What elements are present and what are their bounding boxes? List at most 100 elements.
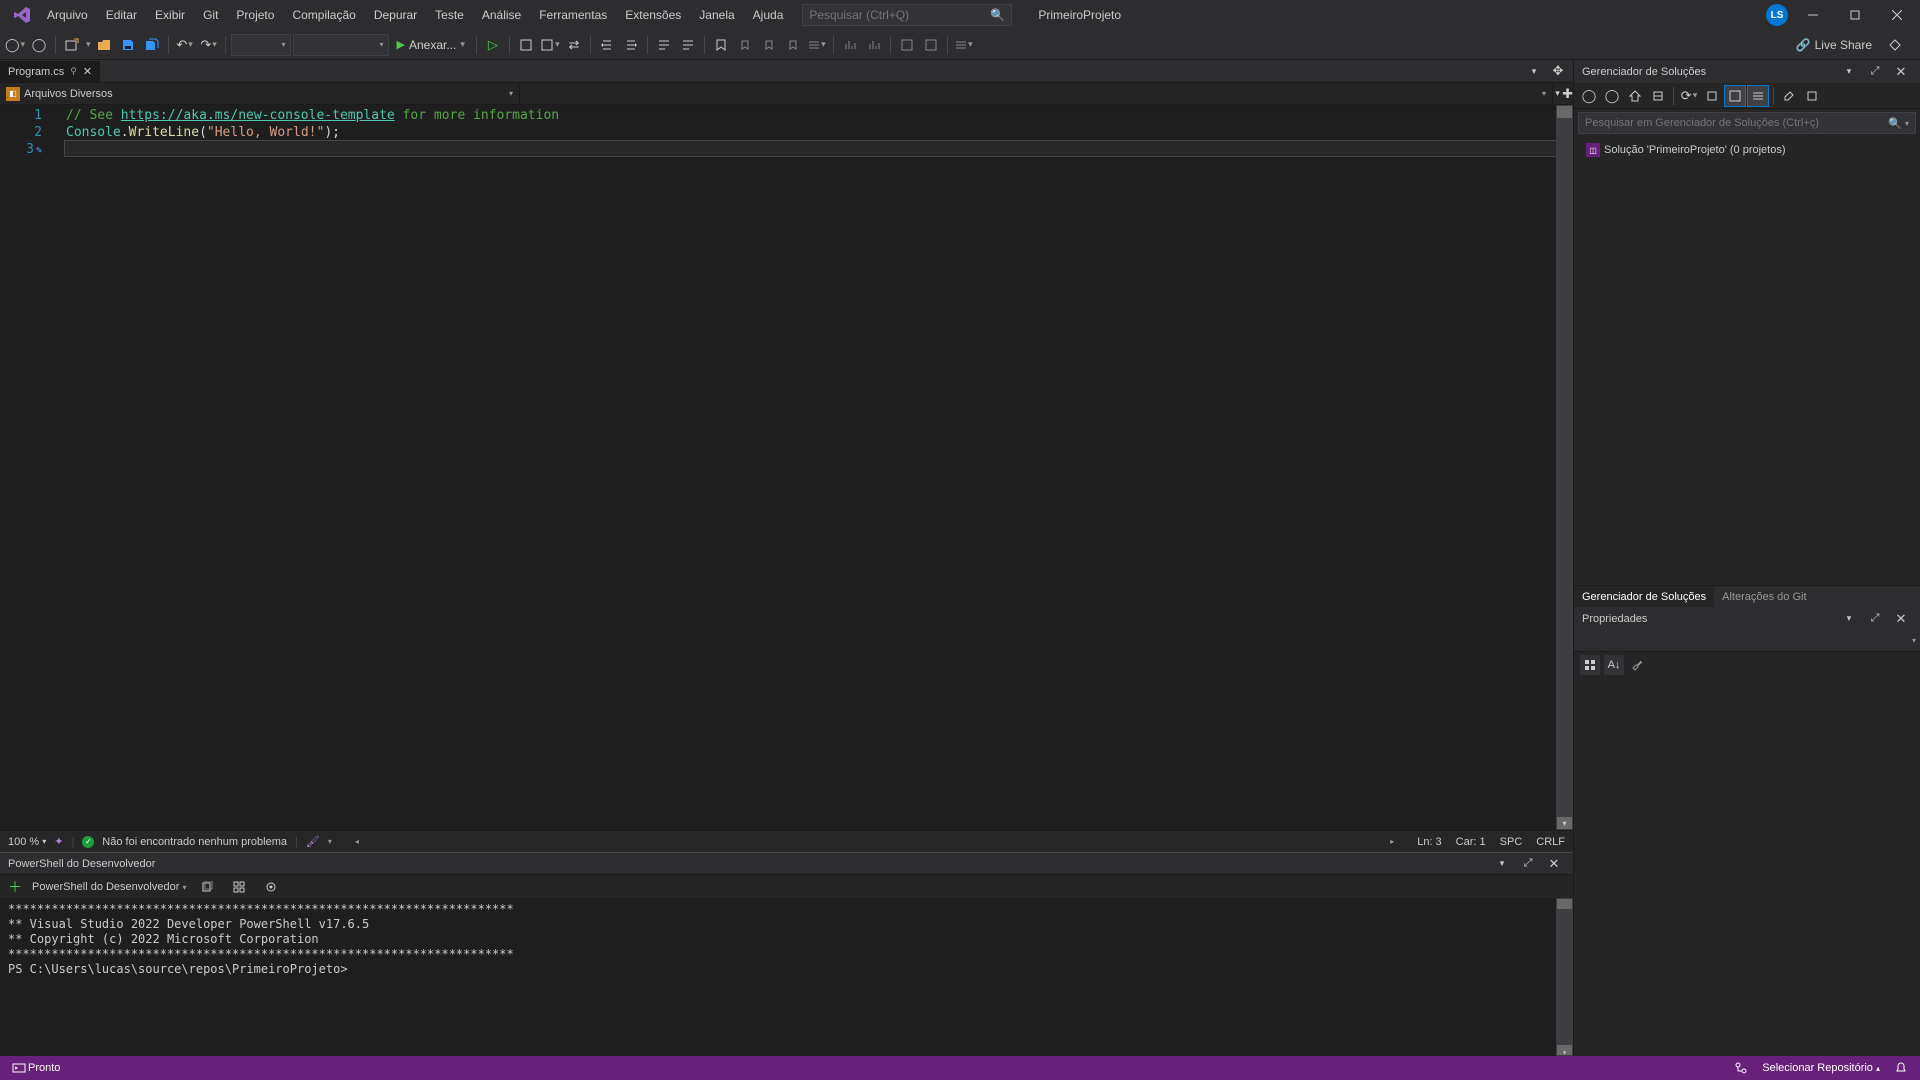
terminal-dropdown-button[interactable]: ▾ bbox=[1491, 853, 1513, 875]
undo-button[interactable]: ↶▾ bbox=[174, 34, 196, 56]
save-all-button[interactable] bbox=[141, 34, 163, 56]
live-share-button[interactable]: 🔗 Live Share bbox=[1790, 34, 1878, 56]
code-editor[interactable]: 1 2 3✎ // See https://aka.ms/new-console… bbox=[0, 105, 1573, 830]
pin-icon[interactable]: ⚲ bbox=[70, 66, 77, 77]
terminal-close-button[interactable]: ✕ bbox=[1543, 853, 1565, 875]
bookmark-next-button[interactable] bbox=[758, 34, 780, 56]
tab-solution-explorer[interactable]: Gerenciador de Soluções bbox=[1574, 586, 1714, 607]
start-nodebug-button[interactable]: ▷ bbox=[482, 34, 504, 56]
save-button[interactable] bbox=[117, 34, 139, 56]
toolbox-button-3[interactable]: ⇄ bbox=[563, 34, 585, 56]
window-minimize-button[interactable] bbox=[1796, 1, 1830, 29]
terminal-pin-button[interactable]: ⤢ bbox=[1517, 853, 1539, 875]
redo-button[interactable]: ↷▾ bbox=[198, 34, 220, 56]
menu-depurar[interactable]: Depurar bbox=[365, 1, 426, 29]
window-close-button[interactable] bbox=[1880, 1, 1914, 29]
se-switch-view-button[interactable] bbox=[1647, 85, 1669, 107]
bookmark-clear-button[interactable] bbox=[782, 34, 804, 56]
open-file-button[interactable] bbox=[93, 34, 115, 56]
nav-split-button[interactable]: ▾ bbox=[1553, 83, 1562, 105]
source-control-icon[interactable] bbox=[1732, 1059, 1750, 1077]
bookmark-prev-button[interactable] bbox=[734, 34, 756, 56]
se-dropdown-button[interactable]: ▾ bbox=[1838, 61, 1860, 83]
solution-explorer-tree[interactable]: ◫ Solução 'PrimeiroProjeto' (0 projetos) bbox=[1574, 137, 1920, 585]
solution-explorer-search-input[interactable] bbox=[1585, 117, 1888, 129]
global-search-box[interactable]: 🔍 bbox=[802, 4, 1012, 26]
window-button-1[interactable] bbox=[896, 34, 918, 56]
se-showall-button[interactable] bbox=[1724, 85, 1746, 107]
tab-overflow-button[interactable]: ▾ bbox=[1523, 60, 1545, 82]
properties-object-combo[interactable]: ▾ bbox=[1574, 630, 1920, 652]
se-back-button[interactable]: ◯ bbox=[1578, 85, 1600, 107]
se-pin-button[interactable]: ⤢ bbox=[1864, 61, 1886, 83]
menu-editar[interactable]: Editar bbox=[97, 1, 146, 29]
terminal-output[interactable]: ****************************************… bbox=[0, 898, 1573, 1056]
solution-explorer-search[interactable]: 🔍▾ bbox=[1578, 112, 1916, 134]
chart-button-2[interactable] bbox=[863, 34, 885, 56]
se-properties-button[interactable] bbox=[1778, 85, 1800, 107]
se-preview-button[interactable] bbox=[1801, 85, 1823, 107]
terminal-add-button[interactable]: ＋ bbox=[8, 877, 22, 897]
feedback-button[interactable] bbox=[1884, 34, 1906, 56]
se-sync-button[interactable]: ⟳▾ bbox=[1678, 85, 1700, 107]
global-search-input[interactable] bbox=[809, 8, 990, 22]
tab-settings-button[interactable]: ✥ bbox=[1547, 60, 1569, 82]
solution-root-node[interactable]: ◫ Solução 'PrimeiroProjeto' (0 projetos) bbox=[1580, 141, 1914, 159]
terminal-settings-button[interactable] bbox=[260, 876, 282, 898]
brush-icon[interactable]: 🖌 bbox=[306, 835, 320, 848]
indent-more-button[interactable] bbox=[620, 34, 642, 56]
props-alphabetical-button[interactable]: A↓ bbox=[1604, 655, 1624, 675]
toolbox-button-2[interactable]: ▾ bbox=[539, 34, 561, 56]
menu-compilacao[interactable]: Compilação bbox=[283, 1, 364, 29]
menu-exibir[interactable]: Exibir bbox=[146, 1, 194, 29]
problems-label[interactable]: Não foi encontrado nenhum problema bbox=[102, 836, 287, 848]
hscroll-left-icon[interactable]: ◂ bbox=[350, 835, 364, 849]
hscroll-right-icon[interactable]: ▸ bbox=[1385, 835, 1399, 849]
menu-ferramentas[interactable]: Ferramentas bbox=[530, 1, 616, 29]
indent-less-button[interactable] bbox=[596, 34, 618, 56]
solution-name-label[interactable]: PrimeiroProjeto bbox=[1024, 1, 1135, 29]
menu-analise[interactable]: Análise bbox=[473, 1, 530, 29]
terminal-grid-button[interactable] bbox=[228, 876, 250, 898]
window-maximize-button[interactable] bbox=[1838, 1, 1872, 29]
indent-label[interactable]: SPC bbox=[1500, 836, 1523, 848]
toolbox-button-1[interactable] bbox=[515, 34, 537, 56]
tab-git-changes[interactable]: Alterações do Git bbox=[1714, 586, 1814, 607]
start-debug-button[interactable]: ▶Anexar...▾ bbox=[391, 34, 471, 56]
nav-forward-button[interactable]: ◯ bbox=[28, 34, 50, 56]
health-indicator-icon[interactable]: ✦ bbox=[54, 835, 63, 848]
close-icon[interactable]: ✕ bbox=[83, 65, 92, 78]
menu-ajuda[interactable]: Ajuda bbox=[744, 1, 793, 29]
dropdown-icon[interactable]: ▾ bbox=[86, 39, 91, 50]
menu-arquivo[interactable]: Arquivo bbox=[38, 1, 97, 29]
nav-back-button[interactable]: ◯▾ bbox=[4, 34, 26, 56]
scroll-down-icon[interactable]: ▾ bbox=[1557, 817, 1572, 829]
zoom-combo[interactable]: 100 %▾ bbox=[8, 836, 46, 848]
select-repo-button[interactable]: Selecionar Repositório ▴ bbox=[1762, 1062, 1880, 1074]
menu-teste[interactable]: Teste bbox=[426, 1, 473, 29]
nav-add-button[interactable]: ✚ bbox=[1562, 83, 1573, 105]
config-combo[interactable]: ▾ bbox=[231, 34, 291, 56]
bookmark-list-button[interactable]: ▾ bbox=[806, 34, 828, 56]
code-text-area[interactable]: // See https://aka.ms/new-console-templa… bbox=[60, 105, 1573, 830]
props-categorized-button[interactable] bbox=[1580, 655, 1600, 675]
properties-grid[interactable] bbox=[1574, 678, 1920, 1056]
bookmark-button[interactable] bbox=[710, 34, 732, 56]
chart-button-1[interactable] bbox=[839, 34, 861, 56]
menu-extensoes[interactable]: Extensões bbox=[616, 1, 690, 29]
uncomment-button[interactable] bbox=[677, 34, 699, 56]
notifications-icon[interactable] bbox=[1892, 1059, 1910, 1077]
user-avatar[interactable]: LS bbox=[1766, 4, 1788, 26]
new-project-button[interactable] bbox=[61, 34, 83, 56]
tab-program-cs[interactable]: Program.cs ⚲ ✕ bbox=[0, 60, 100, 82]
se-collapse-button[interactable] bbox=[1747, 85, 1769, 107]
terminal-copy-button[interactable] bbox=[196, 876, 218, 898]
props-wrench-button[interactable] bbox=[1628, 655, 1648, 675]
menu-git[interactable]: Git bbox=[194, 1, 227, 29]
se-forward-button[interactable]: ◯ bbox=[1601, 85, 1623, 107]
platform-combo[interactable]: ▾ bbox=[293, 34, 389, 56]
editor-vertical-scrollbar[interactable]: ▾ bbox=[1556, 105, 1573, 830]
comment-button[interactable] bbox=[653, 34, 675, 56]
props-dropdown-button[interactable]: ▾ bbox=[1838, 608, 1860, 630]
props-pin-button[interactable]: ⤢ bbox=[1864, 608, 1886, 630]
